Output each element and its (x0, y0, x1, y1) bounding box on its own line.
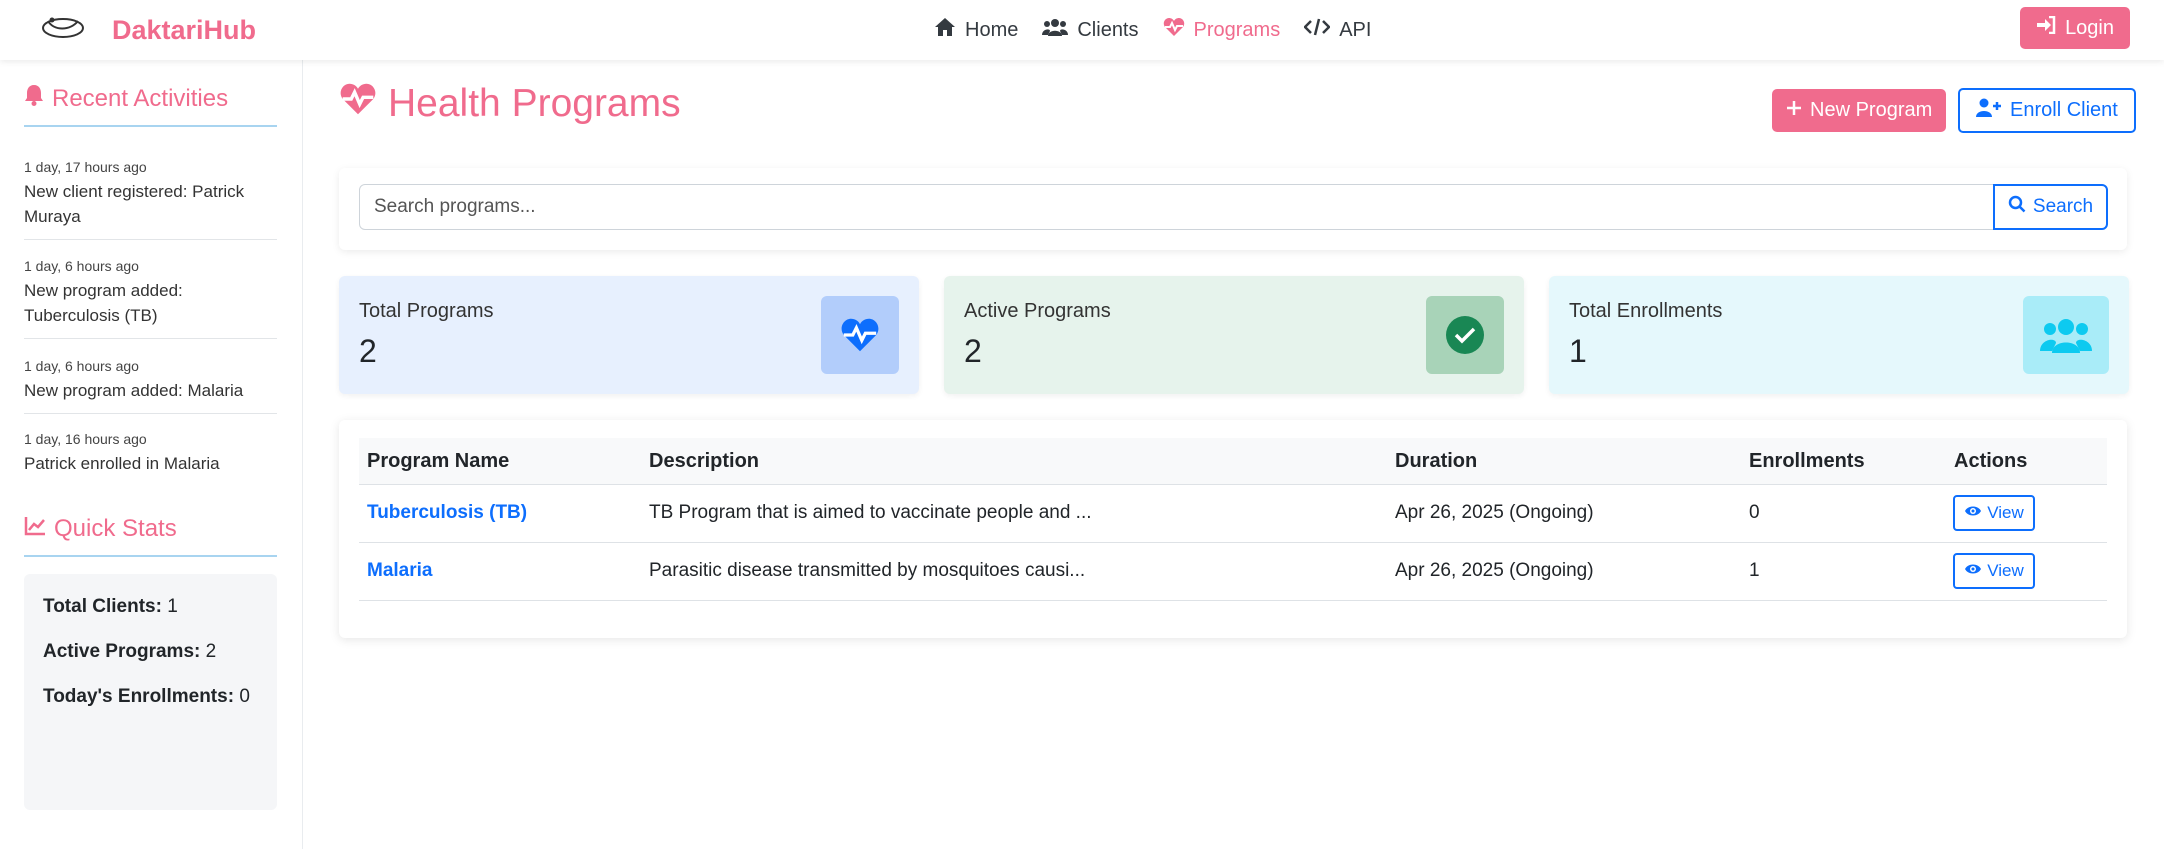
quick-stat-value: 2 (205, 641, 217, 662)
nav-api-label: API (1339, 18, 1372, 41)
table-row: Malaria Parasitic disease transmitted by… (359, 543, 2107, 601)
activity-item: 1 day, 6 hours ago New program added: Ma… (24, 358, 277, 414)
view-button[interactable]: View (1953, 495, 2035, 531)
stat-card-label: Total Enrollments (1569, 300, 1723, 322)
quick-stat-label: Total Clients: (43, 596, 162, 617)
activity-time: 1 day, 6 hours ago (24, 358, 139, 374)
top-navbar: DaktariHub Home Clients Programs API Log… (0, 0, 2164, 60)
sign-in-icon (2036, 15, 2056, 40)
quick-stat-label: Today's Enrollments: (43, 686, 235, 707)
search-icon (2008, 195, 2026, 219)
column-header: Duration (1395, 450, 1478, 472)
enroll-client-label: Enroll Client (2010, 99, 2118, 121)
stat-card-active-programs: Active Programs 2 (944, 276, 1524, 394)
column-header: Actions (1954, 450, 2028, 472)
activity-item: 1 day, 17 hours ago New client registere… (24, 159, 277, 240)
page-title-text: Health Programs (388, 82, 681, 125)
column-header: Program Name (367, 450, 510, 472)
recent-activities-title: Recent Activities (52, 84, 229, 112)
view-button[interactable]: View (1953, 553, 2035, 589)
program-enrollments: 0 (1749, 502, 1760, 523)
activity-text: New program added: Tuberculosis (TB) (24, 281, 183, 325)
quick-stat-value: 0 (239, 686, 250, 707)
programs-table: Program Name Description Duration Enroll… (339, 420, 2127, 638)
quick-stat-active-programs: Active Programs: 2 (43, 641, 258, 663)
line-chart-icon (24, 515, 46, 543)
activity-item: 1 day, 6 hours ago New program added: Tu… (24, 258, 277, 339)
table-row: Tuberculosis (TB) TB Program that is aim… (359, 485, 2107, 543)
login-label: Login (2065, 16, 2114, 39)
program-duration: Apr 26, 2025 (Ongoing) (1395, 560, 1594, 581)
search-card (339, 168, 2127, 250)
activity-time: 1 day, 16 hours ago (24, 431, 147, 447)
program-duration: Apr 26, 2025 (Ongoing) (1395, 502, 1594, 523)
activity-text: New client registered: Patrick Muraya (24, 182, 245, 226)
program-description: TB Program that is aimed to vaccinate pe… (649, 502, 1092, 523)
nav-programs[interactable]: Programs (1163, 17, 1281, 43)
nav-clients-label: Clients (1077, 18, 1139, 41)
activity-text: New program added: Malaria (24, 381, 244, 400)
activity-text: Patrick enrolled in Malaria (24, 454, 220, 473)
sidebar: Recent Activities 1 day, 17 hours ago Ne… (0, 60, 303, 849)
nav-programs-label: Programs (1193, 18, 1281, 41)
stat-card-label: Active Programs (964, 300, 1111, 322)
search-input[interactable] (359, 184, 2034, 230)
search-button[interactable]: Search (1993, 184, 2108, 230)
program-name-link[interactable]: Malaria (367, 560, 432, 582)
eye-icon (1964, 561, 1982, 581)
code-icon (1303, 17, 1331, 43)
stat-card-label: Total Programs (359, 300, 494, 322)
heartbeat-icon (821, 296, 899, 374)
new-program-button[interactable]: New Program (1772, 89, 1947, 132)
main-nav: Home Clients Programs API (934, 0, 1371, 60)
quick-stat-todays-enrollments: Today's Enrollments: 0 (43, 686, 258, 708)
quick-stat-value: 1 (167, 596, 178, 617)
stethoscope-icon (40, 15, 86, 46)
activity-time: 1 day, 6 hours ago (24, 258, 139, 274)
nav-clients[interactable]: Clients (1042, 17, 1139, 43)
quick-stats-title: Quick Stats (54, 515, 177, 542)
view-button-label: View (1987, 503, 2024, 522)
program-description: Parasitic disease transmitted by mosquit… (649, 560, 1086, 581)
activity-item: 1 day, 16 hours ago Patrick enrolled in … (24, 431, 277, 486)
users-icon (2023, 296, 2109, 374)
quick-stats-box: Total Clients: 1 Active Programs: 2 Toda… (24, 574, 277, 810)
eye-icon (1964, 503, 1982, 523)
stat-card-value: 2 (359, 333, 377, 369)
users-icon (1042, 17, 1069, 43)
heartbeat-icon (1163, 17, 1185, 43)
column-header: Description (649, 450, 760, 472)
brand[interactable]: DaktariHub (40, 0, 256, 60)
view-button-label: View (1987, 561, 2024, 580)
stat-card-value: 1 (1569, 333, 1587, 369)
search-button-label: Search (2032, 196, 2094, 217)
brand-name: DaktariHub (112, 14, 257, 45)
nav-home-label: Home (965, 18, 1019, 41)
bell-icon (24, 84, 44, 113)
plus-icon (1786, 99, 1802, 122)
stat-card-value: 2 (964, 333, 982, 369)
login-button[interactable]: Login (2020, 7, 2130, 49)
column-header: Enrollments (1749, 450, 1865, 472)
program-name-link[interactable]: Tuberculosis (TB) (367, 502, 527, 524)
page-title: Health Programs (338, 82, 681, 126)
nav-home[interactable]: Home (934, 17, 1018, 43)
user-plus-icon (1976, 98, 2002, 124)
quick-stat-label: Active Programs: (43, 641, 201, 662)
heartbeat-icon (338, 82, 378, 126)
check-circle-icon (1426, 296, 1504, 374)
new-program-label: New Program (1810, 99, 1933, 121)
table-header: Program Name Description Duration Enroll… (359, 438, 2107, 485)
nav-api[interactable]: API (1303, 17, 1372, 43)
stat-card-total-enrollments: Total Enrollments 1 (1549, 276, 2129, 394)
program-enrollments: 1 (1749, 560, 1760, 581)
enroll-client-button[interactable]: Enroll Client (1958, 88, 2136, 133)
home-icon (934, 17, 956, 43)
stat-card-total-programs: Total Programs 2 (339, 276, 919, 394)
quick-stats-heading: Quick Stats (24, 515, 277, 557)
quick-stat-total-clients: Total Clients: 1 (43, 596, 258, 618)
activity-time: 1 day, 17 hours ago (24, 159, 147, 175)
recent-activities-heading: Recent Activities (24, 84, 277, 127)
